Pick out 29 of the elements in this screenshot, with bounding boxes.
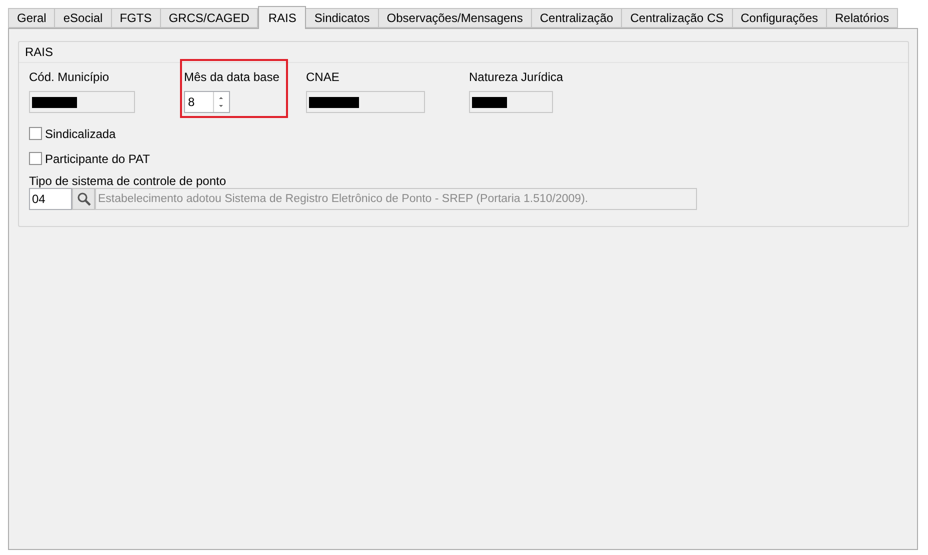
text-field[interactable] xyxy=(306,91,425,113)
tab[interactable]: eSocial xyxy=(55,8,112,28)
field-label: Mês da data base xyxy=(184,70,280,84)
checkbox-label: Participante do PAT xyxy=(45,150,150,168)
text-field[interactable] xyxy=(29,91,135,113)
search-icon xyxy=(76,192,90,206)
code-input[interactable]: 04 xyxy=(29,188,72,210)
checkbox-label: Sindicalizada xyxy=(45,126,116,142)
tab[interactable]: Relatórios xyxy=(827,8,898,28)
search-button[interactable] xyxy=(72,188,95,210)
tab[interactable]: FGTS xyxy=(112,8,161,28)
group-title: RAIS xyxy=(25,44,54,61)
tab[interactable]: Sindicatos xyxy=(306,8,379,28)
field-label: CNAE xyxy=(306,70,340,84)
tab[interactable]: Centralização xyxy=(532,8,622,28)
field-label: Cód. Município xyxy=(29,70,110,84)
tab[interactable]: Observações/Mensagens xyxy=(378,8,532,28)
description-field: Estabelecimento adotou Sistema de Registro Eletrônico de Ponto - SREP (Portaria 1.510/2009). xyxy=(95,188,697,210)
tab[interactable]: Geral xyxy=(8,8,56,28)
field-label: Tipo de sistema de controle de ponto xyxy=(29,173,228,187)
tab[interactable]: RAIS xyxy=(258,6,306,29)
tab[interactable]: Configurações xyxy=(732,8,827,28)
checkbox[interactable] xyxy=(29,127,42,140)
spinner-field[interactable]: 8 xyxy=(184,91,230,113)
field-label: Natureza Jurídica xyxy=(469,70,564,84)
tab[interactable]: Centralização CS xyxy=(622,8,733,28)
checkbox[interactable] xyxy=(29,152,42,165)
text-field[interactable] xyxy=(469,91,553,113)
tab[interactable]: GRCS/CAGED xyxy=(160,8,258,28)
